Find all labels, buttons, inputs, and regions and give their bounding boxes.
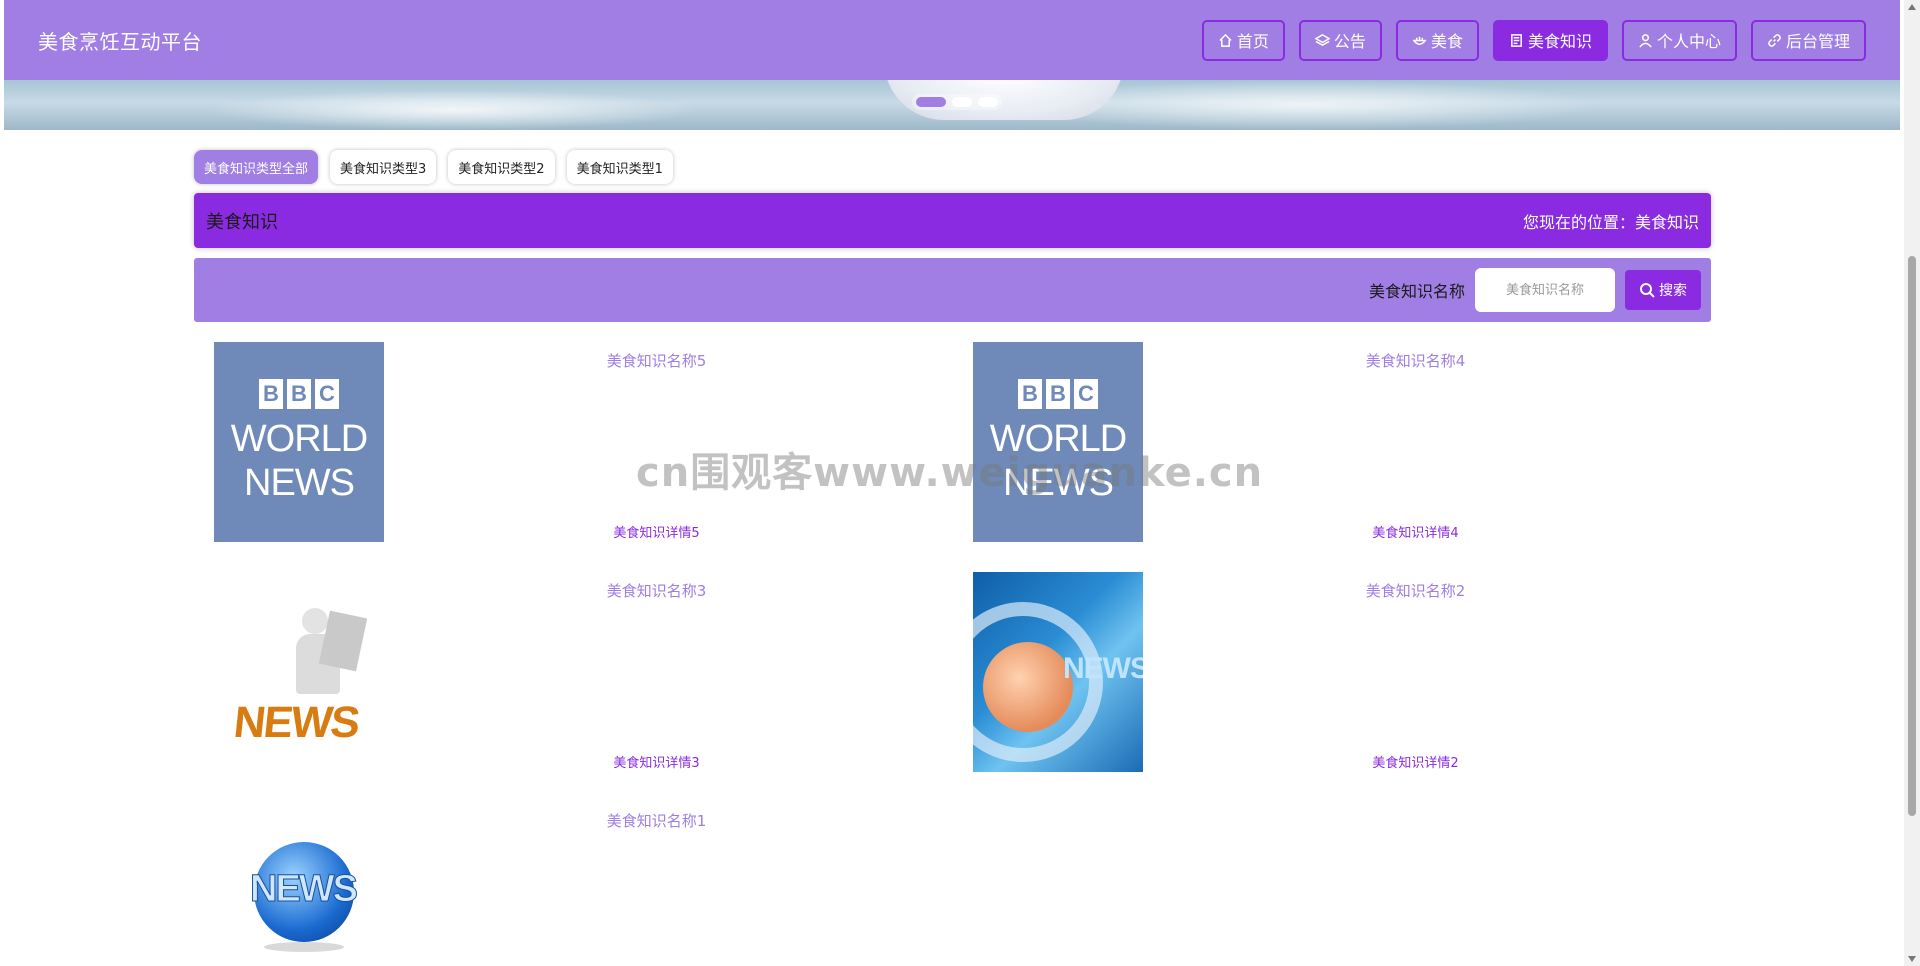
item-name-link[interactable]: 美食知识名称2 [1253,580,1578,601]
nav-profile-label: 个人中心 [1656,32,1721,51]
bowl-icon [1412,36,1426,45]
scrollbar[interactable] [1904,0,1920,966]
nav-profile-button[interactable]: 个人中心 [1621,19,1737,61]
link-icon [1768,33,1781,47]
header: 美食烹饪互动平台 首页 公告 美食 美食知识 个人中心 后台管理 [4,0,1900,80]
document-icon [1511,33,1522,47]
nav-home-button[interactable]: 首页 [1201,19,1285,61]
list-item: NEWS 美食知识名称2 美食知识详情2 [953,572,1713,772]
item-thumbnail[interactable]: NEWS [214,572,384,772]
nav-admin-label: 后台管理 [1785,32,1850,51]
search-button[interactable]: 搜索 [1625,270,1701,310]
search-bar: 美食知识名称 搜索 [194,258,1711,322]
nav-knowledge-button[interactable]: 美食知识 [1492,19,1608,61]
nav-home-label: 首页 [1236,32,1269,51]
scroll-down-arrow-icon[interactable] [1908,956,1916,962]
home-icon [1219,33,1232,47]
tab-type-3[interactable]: 美食知识类型3 [330,150,437,184]
carousel-dot-1[interactable] [916,97,946,107]
item-detail-link[interactable]: 美食知识详情5 [494,522,819,541]
section-title-bar: 美食知识 您现在的位置：美食知识 [194,193,1711,248]
nav-food-button[interactable]: 美食 [1395,19,1479,61]
tab-all[interactable]: 美食知识类型全部 [194,150,319,184]
item-detail-link[interactable]: 美食知识详情3 [494,752,819,771]
item-detail-link[interactable]: 美食知识详情4 [1253,522,1578,541]
tab-type-2[interactable]: 美食知识类型2 [448,150,555,184]
search-button-label: 搜索 [1659,283,1687,299]
scrollbar-thumb[interactable] [1908,256,1916,816]
carousel-dot-3[interactable] [978,97,998,107]
item-detail-link[interactable]: 美食知识详情2 [1253,752,1578,771]
nav-food-label: 美食 [1430,32,1463,51]
section-title: 美食知识 [206,211,278,233]
bbc-logo: B B C [259,379,339,409]
nav-notice-button[interactable]: 公告 [1298,19,1382,61]
site-title: 美食烹饪互动平台 [38,29,202,54]
item-thumbnail[interactable]: NEWS [214,802,384,966]
list-item: NEWS 美食知识名称3 美食知识详情3 [194,572,954,772]
bbc-logo: B B C [1018,379,1098,409]
page: 美食烹饪互动平台 首页 公告 美食 美食知识 个人中心 后台管理 美食知识类型全… [0,0,1920,966]
item-name-link[interactable]: 美食知识名称3 [494,580,819,601]
search-input[interactable] [1475,268,1615,312]
item-name-link[interactable]: 美食知识名称1 [494,810,819,831]
list-item: B B C WORLD NEWS 美食知识名称4 美食知识详情4 [953,342,1713,542]
item-name-link[interactable]: 美食知识名称4 [1253,350,1578,371]
news-text: NEWS [231,698,361,747]
news-text: NEWS [250,868,359,911]
item-thumbnail[interactable]: B B C WORLD NEWS [973,342,1143,542]
nav-admin-button[interactable]: 后台管理 [1750,19,1866,61]
nav-knowledge-label: 美食知识 [1527,32,1592,51]
scroll-up-arrow-icon[interactable] [1908,4,1916,10]
list-item: NEWS 美食知识名称1 [194,802,954,966]
user-icon [1639,33,1652,48]
carousel-banner[interactable] [4,80,1900,130]
news-text: NEWS [1063,652,1143,685]
search-icon [1640,283,1655,298]
nav-notice-label: 公告 [1333,32,1366,51]
item-thumbnail[interactable]: B B C WORLD NEWS [214,342,384,542]
layers-icon [1314,33,1330,46]
banner-cloud [204,90,704,130]
breadcrumb: 您现在的位置：美食知识 [1522,212,1699,232]
item-name-link[interactable]: 美食知识名称5 [494,350,819,371]
carousel-dot-2[interactable] [952,97,972,107]
list-item: B B C WORLD NEWS 美食知识名称5 美食知识详情5 [194,342,954,542]
carousel-indicators [912,94,1002,110]
search-label: 美食知识名称 [1368,282,1465,301]
nav-bar: 首页 公告 美食 美食知识 个人中心 后台管理 [1201,19,1866,61]
tab-type-1[interactable]: 美食知识类型1 [566,150,673,184]
category-tabs: 美食知识类型全部 美食知识类型3 美食知识类型2 美食知识类型1 [194,150,673,184]
item-thumbnail[interactable]: NEWS [973,572,1143,772]
